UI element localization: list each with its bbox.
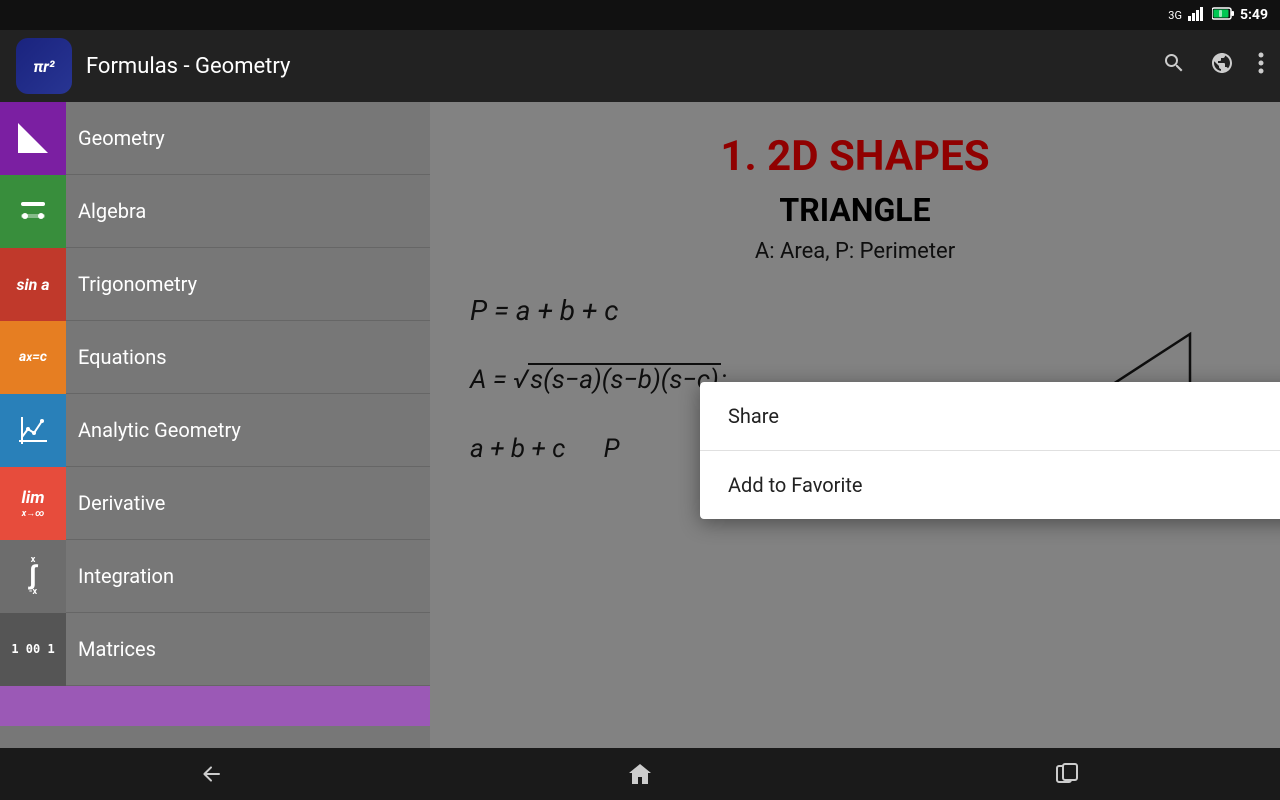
- geometry-label: Geometry: [66, 126, 165, 150]
- derivative-label: Derivative: [66, 491, 165, 515]
- sidebar: Geometry Algebra sin a Trigonometry ax=c: [0, 102, 430, 748]
- content-area: 1. 2D SHAPES TRIANGLE A: Area, P: Perime…: [430, 102, 1280, 748]
- more-options-icon[interactable]: [1258, 51, 1264, 81]
- analytic-label: Analytic Geometry: [66, 418, 241, 442]
- sidebar-item-analytic[interactable]: Analytic Geometry: [0, 394, 430, 467]
- context-menu: Share Add to Favorite: [700, 382, 1280, 519]
- status-time: 5:49: [1240, 7, 1268, 23]
- algebra-label: Algebra: [66, 199, 146, 223]
- derivative-icon: lim x→∞: [0, 467, 66, 540]
- integration-icon: x ∫ -x: [0, 540, 66, 613]
- globe-icon[interactable]: [1210, 51, 1234, 81]
- battery-icon: [1212, 7, 1234, 23]
- home-button[interactable]: [610, 754, 670, 794]
- analytic-icon: [0, 394, 66, 467]
- sidebar-item-derivative[interactable]: lim x→∞ Derivative: [0, 467, 430, 540]
- recent-apps-button[interactable]: [1037, 754, 1097, 794]
- geometry-icon: [0, 102, 66, 175]
- sidebar-item-algebra[interactable]: Algebra: [0, 175, 430, 248]
- app-bar-actions: [1162, 51, 1264, 81]
- sidebar-extra-item: [0, 686, 430, 726]
- main-layout: Geometry Algebra sin a Trigonometry ax=c: [0, 102, 1280, 748]
- status-icons: 3G 5:49: [1168, 7, 1268, 24]
- status-bar: 3G 5:49: [0, 0, 1280, 30]
- app-icon-text: πr²: [33, 57, 55, 76]
- trigonometry-label: Trigonometry: [66, 272, 197, 296]
- signal-bars: [1188, 7, 1206, 24]
- search-icon[interactable]: [1162, 51, 1186, 81]
- signal-icon: 3G: [1168, 9, 1182, 22]
- sidebar-item-equations[interactable]: ax=c Equations: [0, 321, 430, 394]
- integration-label: Integration: [66, 564, 174, 588]
- sidebar-item-trigonometry[interactable]: sin a Trigonometry: [0, 248, 430, 321]
- sidebar-item-integration[interactable]: x ∫ -x Integration: [0, 540, 430, 613]
- app-bar: πr² Formulas - Geometry: [0, 30, 1280, 102]
- equations-icon: ax=c: [0, 321, 66, 394]
- matrices-label: Matrices: [66, 637, 156, 661]
- sidebar-item-matrices[interactable]: 1 0 0 1 Matrices: [0, 613, 430, 686]
- bottom-nav: [0, 748, 1280, 800]
- back-button[interactable]: [183, 754, 243, 794]
- share-menu-item[interactable]: Share: [700, 382, 1280, 451]
- algebra-icon: [0, 175, 66, 248]
- trigonometry-icon: sin a: [0, 248, 66, 321]
- add-to-favorite-menu-item[interactable]: Add to Favorite: [700, 451, 1280, 519]
- equations-label: Equations: [66, 345, 167, 369]
- sidebar-item-geometry[interactable]: Geometry: [0, 102, 430, 175]
- app-icon: πr²: [16, 38, 72, 94]
- matrices-icon: 1 0 0 1: [0, 613, 66, 686]
- app-title: Formulas - Geometry: [86, 54, 1148, 79]
